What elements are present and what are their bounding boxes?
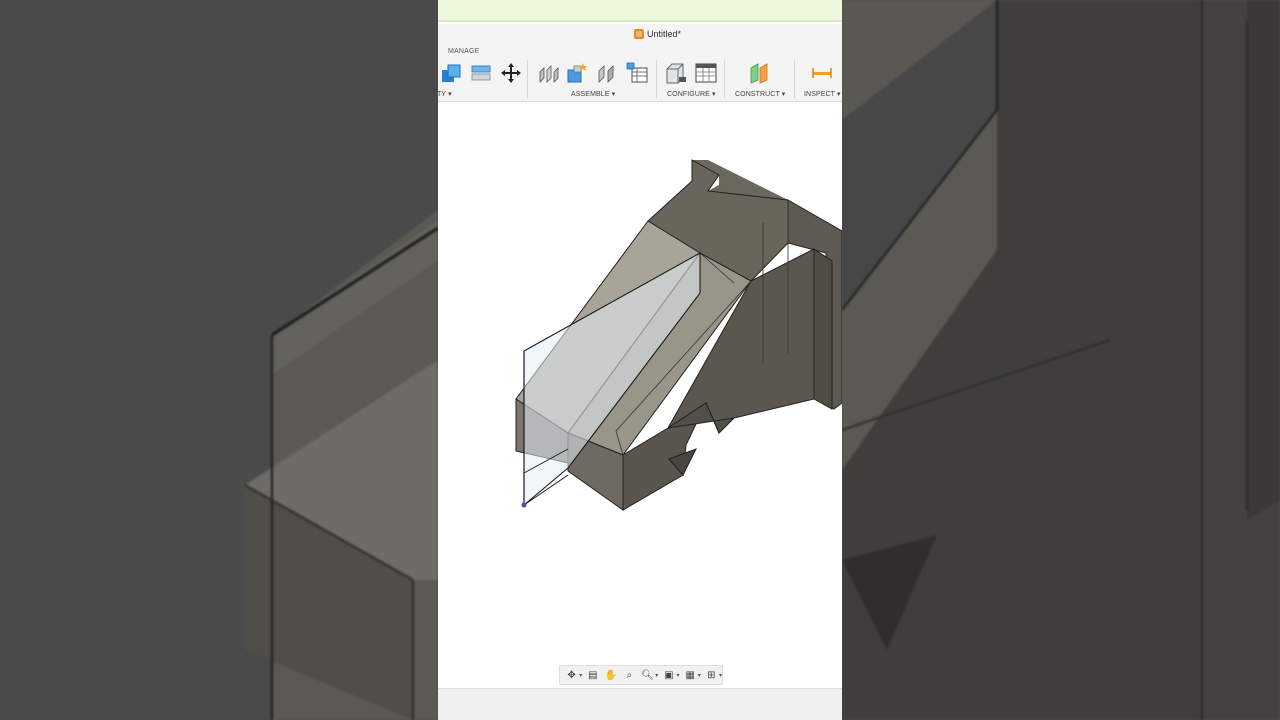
title-bar: Untitled* — [438, 24, 842, 46]
orbit-icon[interactable]: ✥ — [564, 668, 579, 682]
toolbar-separator — [724, 60, 725, 98]
cad-app-window: Untitled* MANAGE TY ▾ ASSEMBLE ▾ CONFIGU… — [438, 0, 842, 720]
sketch-origin-point — [521, 502, 527, 508]
background-zoom-left — [0, 0, 438, 720]
modify-dropdown-caret: ▾ — [448, 91, 452, 98]
display-settings-icon[interactable]: ▣ — [661, 668, 676, 682]
tab-manage[interactable]: MANAGE — [448, 48, 480, 55]
move-copy-icon[interactable] — [500, 62, 522, 84]
configure-design-icon[interactable] — [665, 62, 687, 84]
configure-dropdown-caret: ▾ — [711, 91, 716, 98]
navigation-bar: ✥ ▾ ▤ ✋ ⌕ 🔍︎ ▾ ▣ ▾ ▦ ▾ ⊞ ▾ — [559, 665, 723, 685]
look-at-icon[interactable]: ▤ — [585, 668, 600, 682]
inspect-dropdown-caret: ▾ — [836, 91, 841, 98]
viewports-icon[interactable]: ⊞ — [704, 668, 719, 682]
new-component-icon[interactable] — [566, 62, 588, 84]
background-model-right — [842, 0, 1280, 720]
grid-caret[interactable]: ▾ — [698, 672, 701, 679]
offset-plane-icon[interactable] — [749, 62, 771, 84]
configuration-table-icon[interactable] — [695, 62, 717, 84]
orbit-caret[interactable]: ▾ — [579, 672, 582, 679]
3d-model[interactable] — [438, 103, 842, 688]
pan-icon[interactable]: ✋ — [603, 668, 618, 682]
group-label-inspect[interactable]: INSPECT ▾ — [804, 90, 841, 98]
document-title-text: Untitled* — [647, 29, 682, 39]
timeline-bar — [438, 688, 842, 720]
joint-icon[interactable] — [538, 62, 560, 84]
press-pull-icon[interactable] — [440, 62, 462, 84]
background-model-left — [0, 0, 438, 720]
notification-bar — [438, 0, 842, 22]
toolbar-separator — [794, 60, 795, 98]
construct-dropdown-caret: ▾ — [781, 91, 786, 98]
ribbon-toolbar: MANAGE TY ▾ ASSEMBLE ▾ CONFIGURE ▾ CONST… — [438, 46, 842, 102]
align-icon[interactable] — [470, 62, 492, 84]
3d-viewport-canvas[interactable] — [438, 103, 842, 688]
grid-icon[interactable]: ▦ — [682, 668, 697, 682]
measure-icon[interactable] — [811, 62, 833, 84]
background-zoom-right — [842, 0, 1280, 720]
zoom-icon[interactable]: 🔍︎ — [640, 668, 655, 682]
assemble-dropdown-caret: ▾ — [611, 91, 616, 98]
group-label-assemble[interactable]: ASSEMBLE ▾ — [571, 90, 615, 98]
toolbar-separator — [656, 60, 657, 98]
display-caret[interactable]: ▾ — [676, 672, 679, 679]
viewports-caret[interactable]: ▾ — [719, 672, 722, 679]
zoom-caret[interactable]: ▾ — [655, 672, 658, 679]
document-cube-icon — [634, 29, 644, 39]
zoom-window-icon[interactable]: ⌕ — [622, 668, 637, 682]
group-label-configure[interactable]: CONFIGURE ▾ — [667, 90, 716, 98]
toolbar-separator — [527, 60, 528, 98]
group-label-modify[interactable]: TY ▾ — [438, 90, 452, 98]
bill-of-materials-icon[interactable] — [626, 62, 648, 84]
document-title[interactable]: Untitled* — [634, 29, 681, 39]
group-label-construct[interactable]: CONSTRUCT ▾ — [735, 90, 785, 98]
as-built-joint-icon[interactable] — [596, 62, 618, 84]
